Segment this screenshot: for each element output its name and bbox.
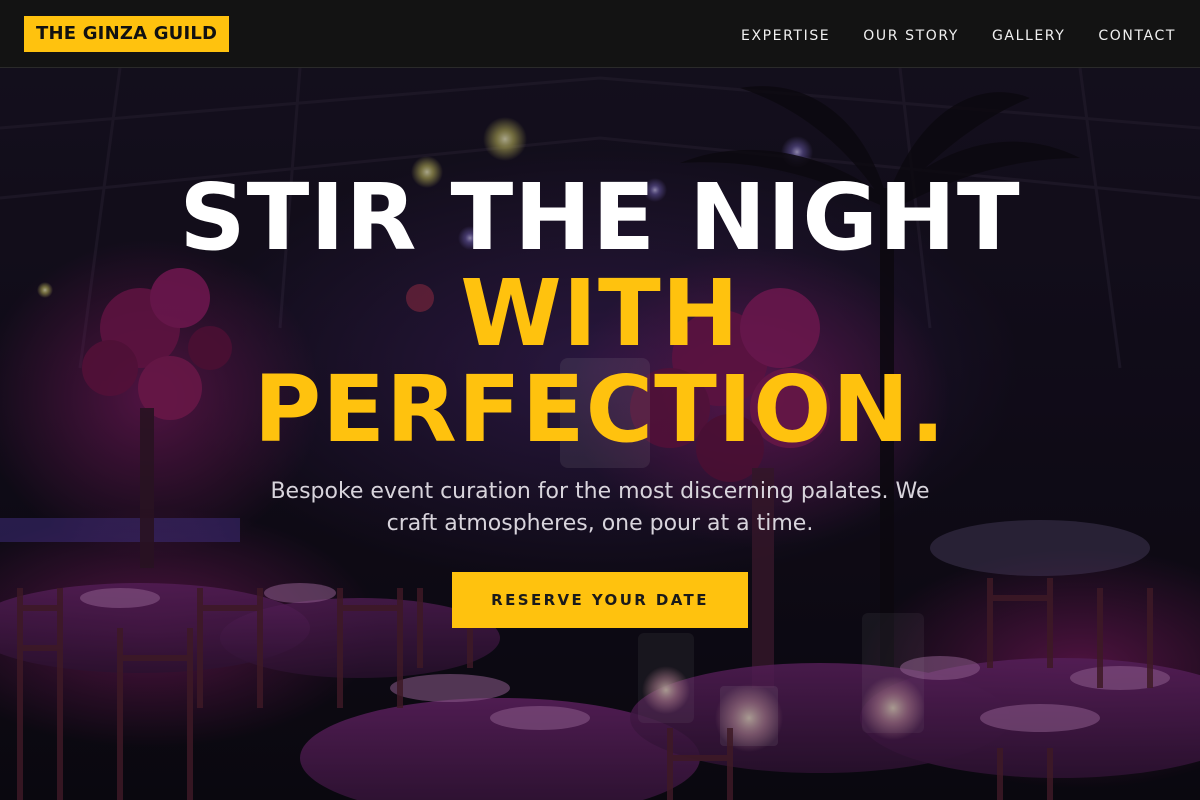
reserve-date-button[interactable]: RESERVE YOUR DATE [452, 572, 748, 628]
top-nav: THE GINZA GUILD EXPERTISE OUR STORY GALL… [0, 0, 1200, 68]
hero-section: STIR THE NIGHT WITH PERFECTION. Bespoke … [0, 68, 1200, 800]
site-logo[interactable]: THE GINZA GUILD [24, 16, 230, 52]
nav-link-expertise[interactable]: EXPERTISE [741, 28, 830, 44]
headline-line-3: PERFECTION. [253, 356, 947, 463]
nav-link-gallery[interactable]: GALLERY [992, 28, 1065, 44]
headline-line-2: WITH [460, 260, 740, 367]
nav-link-contact[interactable]: CONTACT [1098, 28, 1176, 44]
hero-subtitle: Bespoke event curation for the most disc… [270, 479, 930, 536]
nav-link-our-story[interactable]: OUR STORY [863, 28, 959, 44]
landing-page: THE GINZA GUILD EXPERTISE OUR STORY GALL… [0, 0, 1200, 800]
headline-line-1: STIR THE NIGHT [179, 164, 1021, 271]
hero-headline: STIR THE NIGHT WITH PERFECTION. [0, 170, 1200, 458]
nav-links: EXPERTISE OUR STORY GALLERY CONTACT [741, 0, 1176, 68]
